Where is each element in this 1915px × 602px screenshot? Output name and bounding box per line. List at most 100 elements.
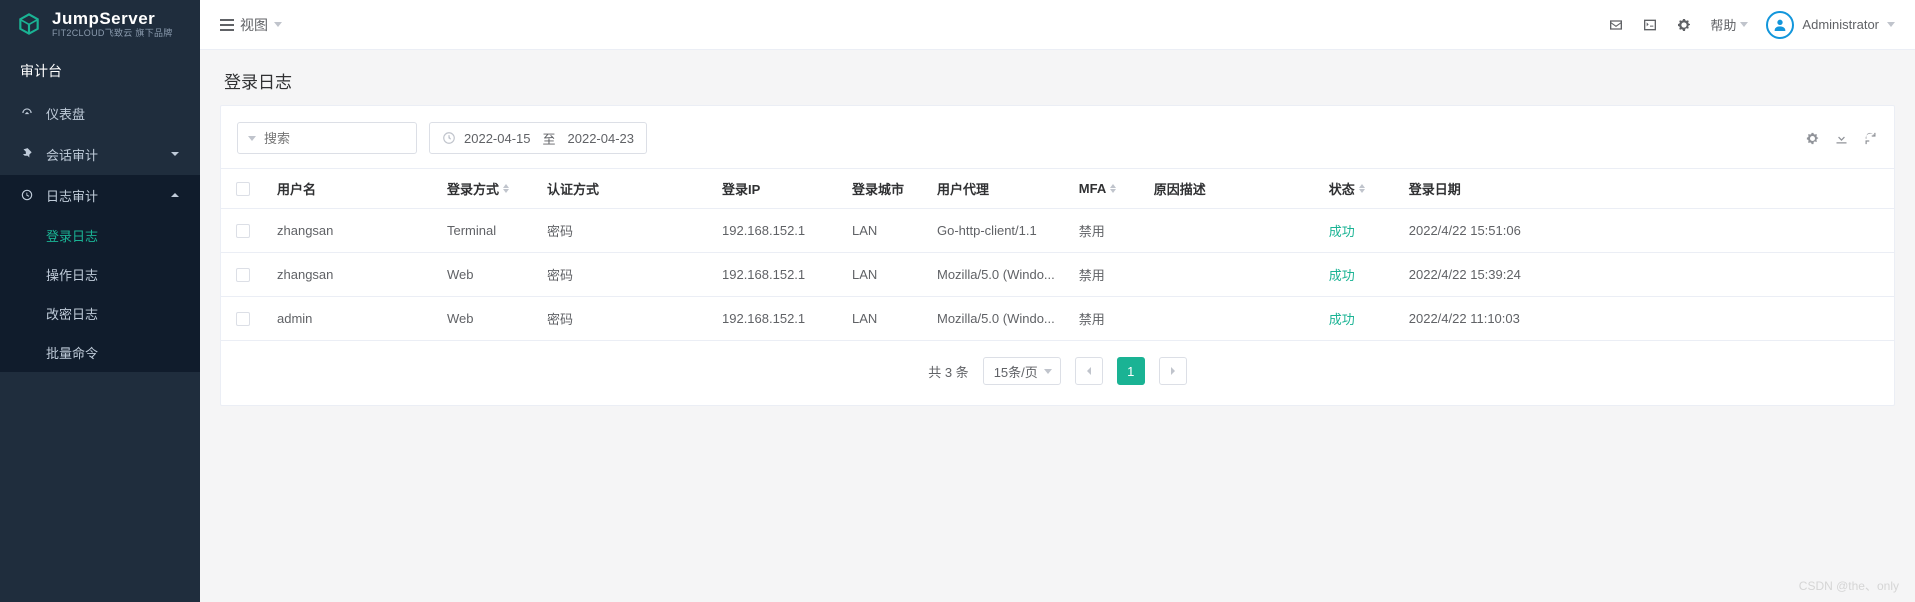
rocket-icon bbox=[20, 147, 34, 161]
cell-username: zhangsan bbox=[265, 253, 435, 297]
cell-reason bbox=[1142, 253, 1317, 297]
mail-icon[interactable] bbox=[1608, 17, 1624, 33]
download-icon[interactable] bbox=[1834, 131, 1849, 146]
th-mfa[interactable]: MFA bbox=[1067, 169, 1142, 209]
cell-login-method: Web bbox=[435, 297, 535, 341]
sidebar-item-label: 会话审计 bbox=[46, 145, 98, 164]
jumpserver-logo-icon bbox=[16, 11, 42, 37]
chevron-up-icon bbox=[170, 190, 180, 200]
next-page-button[interactable] bbox=[1159, 357, 1187, 385]
cell-login-method: Terminal bbox=[435, 209, 535, 253]
cell-username: zhangsan bbox=[265, 209, 435, 253]
cell-login-ip: 192.168.152.1 bbox=[710, 297, 840, 341]
settings-icon[interactable] bbox=[1805, 131, 1820, 146]
cell-mfa: 禁用 bbox=[1067, 209, 1142, 253]
clock-icon bbox=[442, 131, 456, 145]
cell-mfa: 禁用 bbox=[1067, 253, 1142, 297]
row-checkbox[interactable] bbox=[221, 297, 265, 341]
th-user-agent[interactable]: 用户代理 bbox=[925, 169, 1067, 209]
th-login-method[interactable]: 登录方式 bbox=[435, 169, 535, 209]
gear-icon[interactable] bbox=[1676, 17, 1692, 33]
submenu-batch-command[interactable]: 批量命令 bbox=[0, 333, 200, 372]
th-username[interactable]: 用户名 bbox=[265, 169, 435, 209]
submenu-login-log[interactable]: 登录日志 bbox=[0, 216, 200, 255]
refresh-icon[interactable] bbox=[1863, 131, 1878, 146]
user-name: Administrator bbox=[1802, 17, 1879, 32]
cell-username: admin bbox=[265, 297, 435, 341]
log-audit-submenu: 登录日志 操作日志 改密日志 批量命令 bbox=[0, 216, 200, 372]
cell-login-city: LAN bbox=[840, 209, 925, 253]
user-dropdown[interactable]: Administrator bbox=[1766, 11, 1895, 39]
caret-down-icon bbox=[1740, 22, 1748, 27]
prev-page-button[interactable] bbox=[1075, 357, 1103, 385]
cell-status: 成功 bbox=[1317, 297, 1397, 341]
sidebar-item-dashboard[interactable]: 仪表盘 bbox=[0, 93, 200, 134]
cell-login-method: Web bbox=[435, 253, 535, 297]
view-label: 视图 bbox=[240, 15, 268, 35]
cell-login-city: LAN bbox=[840, 253, 925, 297]
page-1-button[interactable]: 1 bbox=[1117, 357, 1145, 385]
terminal-icon[interactable] bbox=[1642, 17, 1658, 33]
cell-login-city: LAN bbox=[840, 297, 925, 341]
sidebar: JumpServer FIT2CLOUD飞致云 旗下品牌 审计台 仪表盘 会话审… bbox=[0, 0, 200, 602]
cell-user-agent: Go-http-client/1.1 bbox=[925, 209, 1067, 253]
user-icon bbox=[1772, 17, 1788, 33]
caret-down-icon bbox=[248, 136, 256, 141]
th-status[interactable]: 状态 bbox=[1317, 169, 1397, 209]
sidebar-section-title: 审计台 bbox=[0, 49, 200, 93]
th-auth-method[interactable]: 认证方式 bbox=[535, 169, 710, 209]
submenu-password-log[interactable]: 改密日志 bbox=[0, 294, 200, 333]
page-size-select[interactable]: 15条/页 bbox=[983, 357, 1061, 385]
brand-title: JumpServer bbox=[52, 10, 173, 29]
row-checkbox[interactable] bbox=[221, 253, 265, 297]
help-label: 帮助 bbox=[1710, 15, 1736, 34]
cell-reason bbox=[1142, 297, 1317, 341]
topbar: 视图 帮助 Administrator bbox=[200, 0, 1915, 50]
avatar bbox=[1766, 11, 1794, 39]
cell-auth-method: 密码 bbox=[535, 297, 710, 341]
row-checkbox[interactable] bbox=[221, 209, 265, 253]
table-row[interactable]: admin Web 密码 192.168.152.1 LAN Mozilla/5… bbox=[221, 297, 1894, 341]
date-to: 2022-04-23 bbox=[568, 131, 635, 146]
search-box[interactable] bbox=[237, 122, 417, 154]
cell-login-date: 2022/4/22 11:10:03 bbox=[1397, 297, 1894, 341]
page-title: 登录日志 bbox=[200, 50, 1915, 105]
date-from: 2022-04-15 bbox=[464, 131, 531, 146]
cell-mfa: 禁用 bbox=[1067, 297, 1142, 341]
table-row[interactable]: zhangsan Terminal 密码 192.168.152.1 LAN G… bbox=[221, 209, 1894, 253]
select-all-header[interactable] bbox=[221, 169, 265, 209]
brand-logo[interactable]: JumpServer FIT2CLOUD飞致云 旗下品牌 bbox=[0, 0, 200, 49]
chevron-down-icon bbox=[170, 149, 180, 159]
th-login-ip[interactable]: 登录IP bbox=[710, 169, 840, 209]
help-dropdown[interactable]: 帮助 bbox=[1710, 15, 1748, 34]
caret-down-icon bbox=[274, 22, 282, 27]
cell-status: 成功 bbox=[1317, 253, 1397, 297]
sidebar-item-session-audit[interactable]: 会话审计 bbox=[0, 134, 200, 175]
th-login-date[interactable]: 登录日期 bbox=[1397, 169, 1894, 209]
log-table: 用户名 登录方式 认证方式 登录IP 登录城市 用户代理 MFA 原因描述 状态… bbox=[221, 168, 1894, 341]
dashboard-icon bbox=[20, 106, 34, 120]
th-reason[interactable]: 原因描述 bbox=[1142, 169, 1317, 209]
watermark: CSDN @the、only bbox=[1799, 577, 1899, 594]
caret-down-icon bbox=[1044, 369, 1052, 374]
cell-user-agent: Mozilla/5.0 (Windo... bbox=[925, 297, 1067, 341]
submenu-operation-log[interactable]: 操作日志 bbox=[0, 255, 200, 294]
caret-down-icon bbox=[1887, 22, 1895, 27]
brand-subtitle: FIT2CLOUD飞致云 旗下品牌 bbox=[52, 29, 173, 39]
date-separator: 至 bbox=[543, 129, 556, 148]
content-card: 2022-04-15 至 2022-04-23 用户名 登录方式 bbox=[220, 105, 1895, 406]
search-input[interactable] bbox=[264, 131, 406, 146]
cell-login-ip: 192.168.152.1 bbox=[710, 253, 840, 297]
sidebar-item-log-audit[interactable]: 日志审计 bbox=[0, 175, 200, 216]
date-range-picker[interactable]: 2022-04-15 至 2022-04-23 bbox=[429, 122, 647, 154]
sidebar-item-label: 日志审计 bbox=[46, 186, 98, 205]
hamburger-icon bbox=[220, 19, 234, 31]
th-login-city[interactable]: 登录城市 bbox=[840, 169, 925, 209]
view-toggle[interactable]: 视图 bbox=[220, 15, 282, 35]
table-row[interactable]: zhangsan Web 密码 192.168.152.1 LAN Mozill… bbox=[221, 253, 1894, 297]
cell-status: 成功 bbox=[1317, 209, 1397, 253]
cell-auth-method: 密码 bbox=[535, 253, 710, 297]
cell-auth-method: 密码 bbox=[535, 209, 710, 253]
cell-login-date: 2022/4/22 15:39:24 bbox=[1397, 253, 1894, 297]
cell-user-agent: Mozilla/5.0 (Windo... bbox=[925, 253, 1067, 297]
